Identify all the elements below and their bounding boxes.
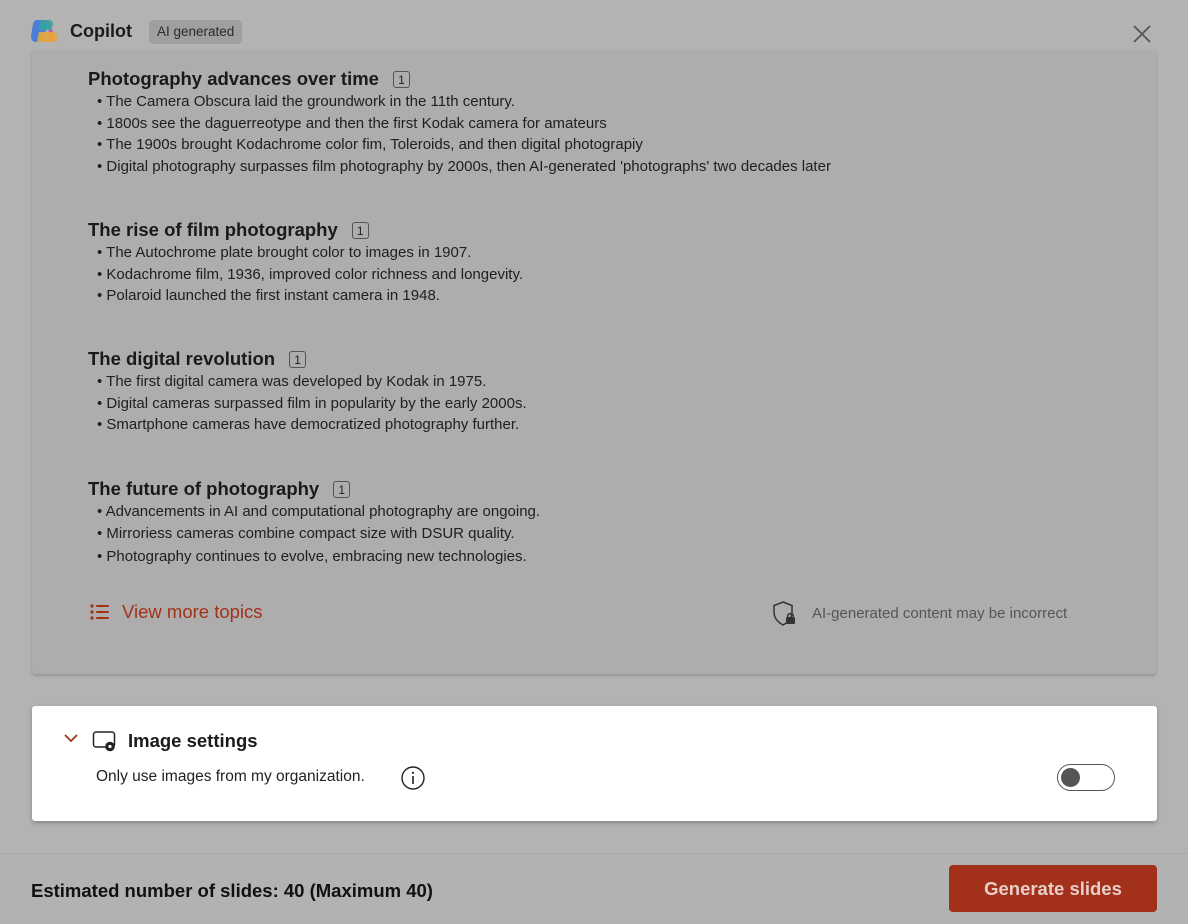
- copilot-logo-icon: [31, 20, 58, 42]
- bullet-item: Photography continues to evolve, embraci…: [97, 546, 1088, 568]
- app-title: Copilot: [70, 21, 132, 41]
- topic-bullets: The Camera Obscura laid the groundwork i…: [88, 91, 1088, 177]
- info-icon[interactable]: [400, 765, 426, 791]
- topic-section: The future of photography 1 Advancements…: [88, 477, 1088, 568]
- close-icon[interactable]: [1128, 20, 1156, 48]
- image-settings-title: Image settings: [128, 730, 258, 751]
- shield-lock-icon: [773, 601, 795, 626]
- citation-badge[interactable]: 1: [289, 350, 307, 368]
- bullet-item: The Autochrome plate brought color to im…: [97, 242, 1088, 264]
- view-more-topics-link[interactable]: View more topics: [90, 601, 263, 623]
- dialog-footer: Estimated number of slides: 40 (Maximum …: [0, 853, 1188, 924]
- topic-bullets: Advancements in AI and computational pho…: [88, 501, 1088, 568]
- chevron-down-icon[interactable]: [63, 732, 79, 744]
- topic-title-text: Photography advances over time: [88, 68, 379, 89]
- disclaimer-text: AI-generated content may be incorrect: [812, 605, 1068, 622]
- image-settings-icon: [92, 731, 116, 752]
- topic-title: The digital revolution 1: [88, 347, 1088, 371]
- view-more-label: View more topics: [122, 601, 263, 622]
- image-settings-panel: Image settings Only use images from my o…: [32, 706, 1157, 821]
- topic-title: The future of photography 1: [88, 477, 1088, 501]
- ai-generated-badge: AI generated: [149, 20, 243, 44]
- generate-slides-button[interactable]: Generate slides: [949, 865, 1157, 912]
- bullet-item: The Camera Obscura laid the groundwork i…: [97, 91, 1088, 113]
- topic-section: The digital revolution 1 The first digit…: [88, 347, 1088, 436]
- citation-badge[interactable]: 1: [392, 70, 410, 88]
- citation-badge[interactable]: 1: [351, 221, 369, 239]
- topic-title: The rise of film photography 1: [88, 218, 1088, 242]
- bullet-item: Smartphone cameras have democratized pho…: [97, 414, 1088, 436]
- topic-section: The rise of film photography 1 The Autoc…: [88, 218, 1088, 307]
- bullet-item: Advancements in AI and computational pho…: [97, 501, 1088, 523]
- citation-badge[interactable]: 1: [333, 480, 351, 498]
- org-images-toggle[interactable]: [1057, 764, 1115, 791]
- bullet-item: Digital cameras surpassed film in popula…: [97, 393, 1088, 415]
- list-icon: [90, 604, 109, 620]
- topic-title: Photography advances over time 1: [88, 67, 1088, 91]
- topic-section: Photography advances over time 1 The Cam…: [88, 67, 1088, 177]
- bullet-item: 1800s see the daguerreotype and then the…: [97, 113, 1088, 135]
- bullet-item: Digital photography surpasses film photo…: [97, 156, 1088, 178]
- ai-disclaimer: AI-generated content may be incorrect: [772, 600, 1067, 627]
- topic-title-text: The digital revolution: [88, 348, 276, 369]
- org-images-label: Only use images from my organization.: [96, 768, 365, 785]
- topic-bullets: The Autochrome plate brought color to im…: [88, 242, 1088, 307]
- bullet-item: The 1900s brought Kodachrome color fim, …: [97, 134, 1088, 156]
- toggle-knob: [1061, 768, 1080, 787]
- bullet-item: The first digital camera was developed b…: [97, 371, 1088, 393]
- bullet-item: Mirroriess cameras combine compact size …: [97, 523, 1088, 545]
- topic-bullets: The first digital camera was developed b…: [88, 371, 1088, 436]
- slide-estimate: Estimated number of slides: 40 (Maximum …: [31, 880, 433, 901]
- bullet-item: Polaroid launched the first instant came…: [97, 285, 1088, 307]
- bullet-item: Kodachrome film, 1936, improved color ri…: [97, 264, 1088, 286]
- topic-title-text: The future of photography: [88, 478, 320, 499]
- topic-title-text: The rise of film photography: [88, 219, 338, 240]
